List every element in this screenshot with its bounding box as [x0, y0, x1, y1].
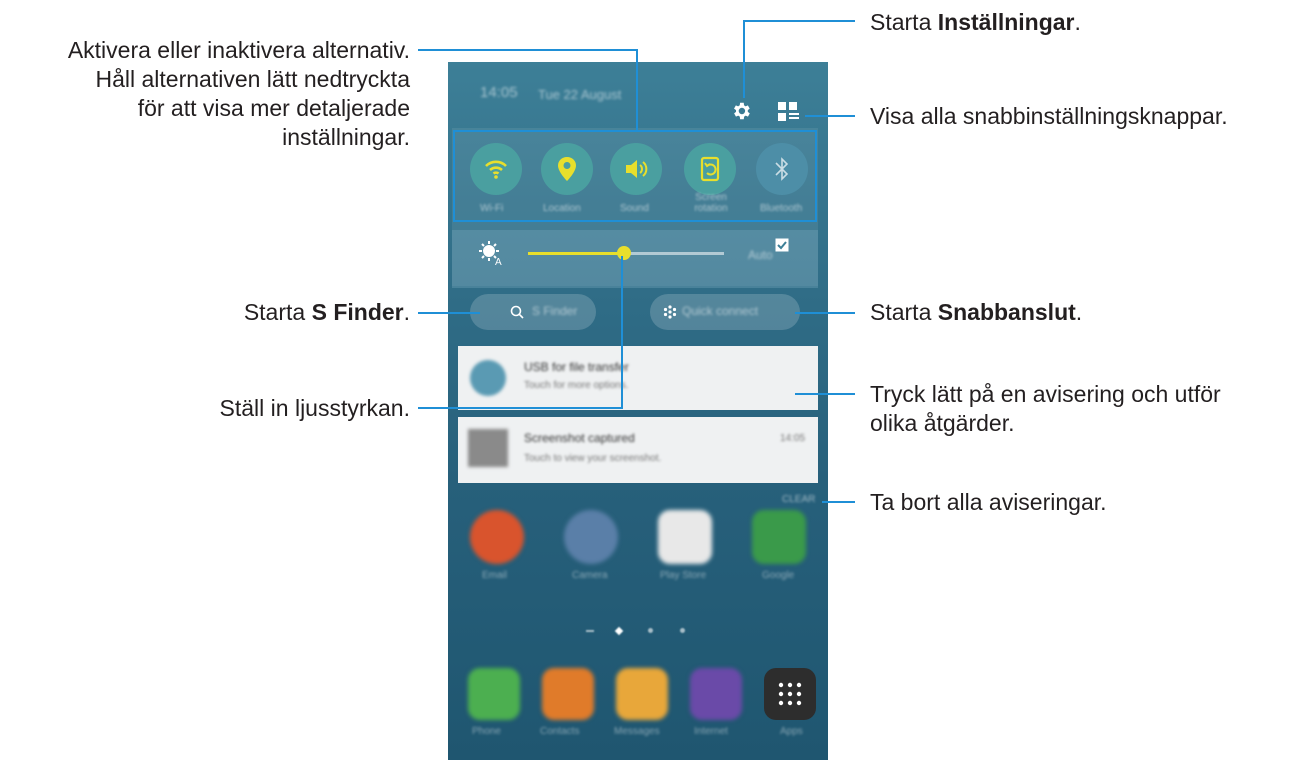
- callout-line: [795, 312, 855, 314]
- email-app-icon[interactable]: [470, 510, 524, 564]
- status-date: Tue 22 August: [538, 87, 622, 102]
- internet-app-icon[interactable]: [690, 668, 742, 720]
- annotation-clear: Ta bort alla aviseringar.: [870, 489, 1107, 515]
- search-icon: [510, 305, 524, 319]
- callout-line: [418, 407, 623, 409]
- annotation-brightness: Ställ in ljusstyrkan.: [219, 395, 410, 421]
- status-bar: 14:05 Tue 22 August: [448, 62, 828, 122]
- gear-icon[interactable]: [730, 100, 752, 122]
- messages-app-icon[interactable]: [616, 668, 668, 720]
- annotation-line: inställningar.: [282, 124, 410, 150]
- notification-subtitle: Touch to view your screenshot.: [524, 453, 662, 464]
- annotation-line: Tryck lätt på en avisering och utför: [870, 381, 1221, 407]
- callout-line: [636, 49, 638, 131]
- annotation-bold: S Finder: [311, 299, 404, 325]
- annotation-notification: Tryck lätt på en avisering och utför oli…: [870, 380, 1221, 438]
- annotation-suffix: .: [1074, 9, 1081, 35]
- callout-line: [418, 312, 480, 314]
- usb-icon: [470, 360, 506, 396]
- brightness-auto-label: Auto: [748, 248, 773, 262]
- annotation-line: Aktivera eller inaktivera alternativ.: [67, 37, 410, 63]
- app-label: Apps: [780, 726, 803, 737]
- app-label: Contacts: [540, 726, 580, 737]
- brightness-auto-icon: A: [479, 241, 502, 266]
- callout-line: [805, 115, 855, 117]
- camera-app-icon[interactable]: [564, 510, 618, 564]
- brightness-slider-fill: [528, 252, 624, 255]
- phone-app-icon[interactable]: [468, 668, 520, 720]
- annotation-s-finder: Starta S Finder.: [0, 298, 410, 327]
- grid-dots-icon: [778, 682, 802, 706]
- quick-settings-grid-icon[interactable]: [778, 102, 800, 122]
- app-label: Internet: [694, 726, 728, 737]
- quick-connect-label: Quick connect: [682, 304, 759, 318]
- notification-title: Screenshot captured: [524, 431, 635, 445]
- status-time: 14:05: [480, 84, 518, 101]
- app-label: Email: [482, 570, 508, 581]
- s-finder-button[interactable]: S Finder: [470, 294, 596, 330]
- page-indicator: [586, 626, 686, 636]
- annotation-suffix: .: [403, 299, 410, 325]
- annotation-bold: Inställningar: [937, 9, 1075, 35]
- callout-line: [795, 393, 855, 395]
- annotation-toggle: Aktivera eller inaktivera alternativ. Hå…: [0, 36, 410, 152]
- callout-line: [418, 49, 638, 51]
- callout-line: [822, 501, 855, 503]
- svg-text:A: A: [495, 257, 502, 266]
- notification-subtitle: Touch for more options.: [524, 380, 629, 391]
- quick-settings-highlight: [453, 130, 817, 222]
- apps-grid-icon[interactable]: [764, 668, 816, 720]
- brightness-slider-thumb[interactable]: [617, 246, 631, 260]
- annotation-prefix: Starta: [243, 299, 312, 325]
- callout-line: [743, 20, 855, 22]
- annotation-settings: Starta Inställningar.: [870, 8, 1081, 37]
- annotation-prefix: Starta: [870, 9, 938, 35]
- callout-line: [743, 20, 745, 98]
- app-label: Camera: [572, 570, 608, 581]
- notification-usb[interactable]: USB for file transfer Touch for more opt…: [458, 346, 818, 410]
- quick-connect-icon: [663, 305, 677, 319]
- callout-line: [621, 256, 623, 409]
- annotation-suffix: .: [1075, 299, 1083, 325]
- annotation-line: Håll alternativen lätt nedtryckta: [95, 66, 411, 92]
- notification-screenshot[interactable]: Screenshot captured Touch to view your s…: [458, 417, 818, 483]
- app-label: Google: [762, 570, 795, 581]
- annotation-line: olika åtgärder.: [870, 410, 1015, 436]
- screenshot-thumbnail: [468, 429, 508, 467]
- notification-title: USB for file transfer: [524, 360, 629, 374]
- play-store-app-icon[interactable]: [658, 510, 712, 564]
- contacts-app-icon[interactable]: [542, 668, 594, 720]
- annotation-bold: Snabbanslut: [937, 299, 1076, 325]
- app-label: Phone: [472, 726, 501, 737]
- annotation-prefix: Starta: [870, 299, 938, 325]
- auto-brightness-checkbox[interactable]: [775, 238, 789, 252]
- annotation-quick-connect: Starta Snabbanslut.: [870, 298, 1082, 327]
- clear-button[interactable]: CLEAR: [782, 494, 815, 505]
- app-label: Play Store: [660, 570, 707, 581]
- notification-time: 14:05: [780, 433, 806, 444]
- google-folder-icon[interactable]: [752, 510, 806, 564]
- s-finder-label: S Finder: [532, 304, 578, 318]
- app-label: Messages: [614, 726, 660, 737]
- annotation-show-all: Visa alla snabbinställningsknappar.: [870, 103, 1228, 129]
- annotation-line: för att visa mer detaljerade: [137, 95, 410, 121]
- quick-connect-button[interactable]: Quick connect: [650, 294, 800, 330]
